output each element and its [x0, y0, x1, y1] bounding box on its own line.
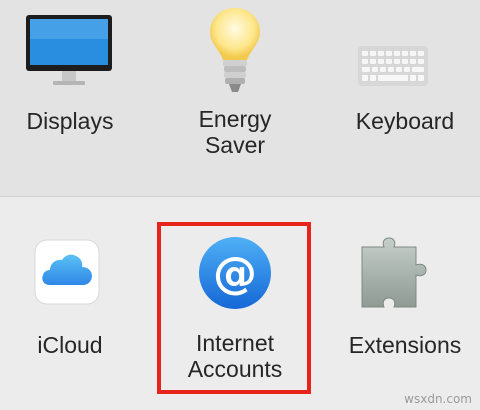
- puzzle-piece-icon: [361, 237, 427, 308]
- pane-label: Displays: [26, 108, 114, 134]
- pane-energy-saver[interactable]: Energy Saver: [160, 0, 310, 190]
- watermark: wsxdn.com: [404, 392, 472, 406]
- pane-icloud[interactable]: iCloud: [0, 215, 140, 400]
- light-bulb-icon: [210, 8, 260, 92]
- pane-label: iCloud: [37, 332, 103, 358]
- pane-keyboard[interactable]: Keyboard: [330, 0, 480, 190]
- pane-label: Keyboard: [355, 108, 455, 134]
- pane-label: Extensions: [348, 332, 462, 358]
- icloud-icon: [34, 239, 100, 305]
- highlight-box: [157, 222, 311, 394]
- pane-extensions[interactable]: Extensions: [330, 215, 480, 400]
- display-icon: [26, 15, 112, 85]
- pane-displays[interactable]: Displays: [0, 0, 140, 190]
- pane-label: Energy Saver: [198, 106, 272, 158]
- keyboard-icon: [358, 46, 428, 86]
